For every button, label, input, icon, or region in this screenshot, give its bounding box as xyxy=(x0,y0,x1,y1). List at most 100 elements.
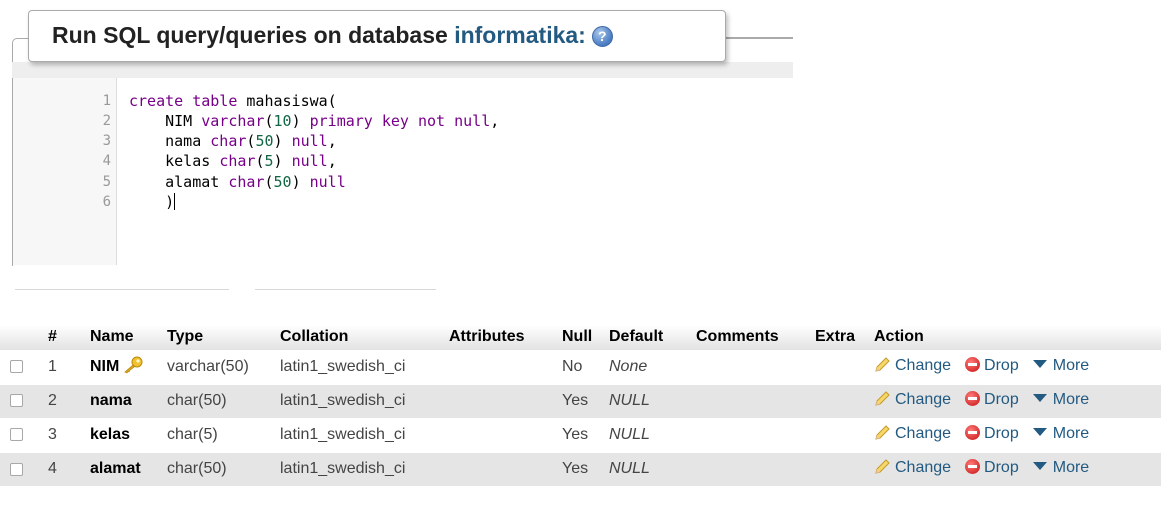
drop-icon xyxy=(965,390,981,406)
help-icon[interactable]: ? xyxy=(591,26,613,47)
pencil-icon xyxy=(874,356,892,378)
change-label: Change xyxy=(895,356,952,374)
header-null[interactable]: Null xyxy=(558,325,605,351)
code-line-5: alamat char(50) null xyxy=(129,173,346,191)
divider-line xyxy=(255,289,436,290)
row-checkbox[interactable] xyxy=(10,428,23,442)
primary-key-icon xyxy=(123,356,143,379)
table-structure: # Name Type Collation Attributes Null De… xyxy=(0,325,1161,486)
pencil-icon xyxy=(874,459,892,480)
drop-label: Drop xyxy=(984,458,1019,476)
column-collation: latin1_swedish_ci xyxy=(276,349,445,384)
column-name: nama xyxy=(90,392,132,409)
column-attributes xyxy=(445,451,558,486)
column-null: No xyxy=(558,349,605,384)
row-number: 3 xyxy=(44,417,86,452)
column-extra xyxy=(811,383,870,418)
row-checkbox[interactable] xyxy=(10,394,23,408)
change-link[interactable]: Change xyxy=(874,459,951,476)
header-type[interactable]: Type xyxy=(163,325,276,351)
header-attributes[interactable]: Attributes xyxy=(445,325,558,351)
code-line-1: create table mahasiswa( xyxy=(129,92,337,110)
code-line-2: NIM varchar(10) primary key not null, xyxy=(129,112,500,130)
column-name: NIM xyxy=(90,357,120,375)
change-label: Change xyxy=(895,390,952,408)
fieldset-top-border xyxy=(726,37,793,38)
column-attributes xyxy=(445,383,558,418)
column-null: Yes xyxy=(558,451,605,486)
fieldset-background xyxy=(12,62,793,78)
change-link[interactable]: Change xyxy=(874,391,951,408)
column-null: Yes xyxy=(558,417,605,452)
drop-link[interactable]: Drop xyxy=(965,356,1019,374)
row-number: 4 xyxy=(44,451,86,486)
column-collation: latin1_swedish_ci xyxy=(276,383,445,418)
dropdown-arrow-icon xyxy=(1032,427,1047,436)
row-checkbox[interactable] xyxy=(10,462,23,476)
more-link[interactable]: More xyxy=(1032,424,1090,442)
database-link[interactable]: informatika: xyxy=(454,22,586,48)
sql-editor[interactable]: 1 2 3 4 5 6 create table mahasiswa( NIM … xyxy=(13,78,793,265)
row-number: 2 xyxy=(44,383,86,418)
column-comments xyxy=(692,383,811,418)
column-name: alamat xyxy=(90,460,141,478)
legend-text: Run SQL query/queries on database xyxy=(52,22,455,48)
code-line-6: ) xyxy=(129,193,176,211)
header-name[interactable]: Name xyxy=(86,325,163,351)
drop-link[interactable]: Drop xyxy=(965,390,1019,408)
column-default: NULL xyxy=(605,417,692,452)
header-number: # xyxy=(44,325,86,351)
drop-label: Drop xyxy=(984,390,1019,408)
line-number: 1 xyxy=(102,93,111,109)
change-label: Change xyxy=(895,458,952,476)
column-default: NULL xyxy=(605,451,692,486)
divider-line xyxy=(15,289,229,290)
pencil-icon xyxy=(874,390,892,412)
change-label: Change xyxy=(895,424,952,442)
change-link[interactable]: Change xyxy=(874,425,951,442)
change-link[interactable]: Change xyxy=(874,357,951,374)
more-label: More xyxy=(1052,356,1090,374)
more-link[interactable]: More xyxy=(1032,391,1089,408)
column-comments xyxy=(692,349,811,384)
drop-link[interactable]: Drop xyxy=(965,424,1019,442)
more-link[interactable]: More xyxy=(1032,356,1090,374)
drop-icon xyxy=(965,356,981,372)
column-null: Yes xyxy=(558,383,605,418)
header-default[interactable]: Default xyxy=(605,325,692,351)
column-comments xyxy=(692,417,811,452)
line-number: 2 xyxy=(102,113,111,129)
code-line-3: nama char(50) null, xyxy=(129,132,337,150)
header-comments[interactable]: Comments xyxy=(692,325,811,351)
table-row: 1 NIM varchar(50) latin1_swedish_ci No N… xyxy=(0,349,1161,384)
header-row: # Name Type Collation Attributes Null De… xyxy=(0,325,1161,351)
more-link[interactable]: More xyxy=(1032,459,1089,476)
row-actions: Change Drop More xyxy=(870,383,1161,418)
row-checkbox[interactable] xyxy=(10,360,23,374)
header-checkbox-col xyxy=(0,325,44,351)
row-actions: Change Drop More xyxy=(870,417,1161,452)
header-action: Action xyxy=(870,325,1161,351)
header-extra[interactable]: Extra xyxy=(811,325,870,351)
row-number: 1 xyxy=(44,349,86,384)
column-attributes xyxy=(445,349,558,384)
column-type: varchar(50) xyxy=(163,349,276,384)
dropdown-arrow-icon xyxy=(1032,359,1047,368)
pencil-icon xyxy=(874,424,892,446)
column-default: None xyxy=(605,349,692,384)
column-type: char(5) xyxy=(163,417,276,452)
gutter-divider xyxy=(116,78,117,265)
column-extra xyxy=(811,417,870,452)
column-type: char(50) xyxy=(163,383,276,418)
code-line-4: kelas char(5) null, xyxy=(129,152,337,170)
column-extra xyxy=(811,349,870,384)
drop-link[interactable]: Drop xyxy=(965,458,1019,476)
drop-icon xyxy=(965,458,981,474)
table-row: 4 alamat char(50) latin1_swedish_ci Yes … xyxy=(0,451,1161,486)
more-label: More xyxy=(1052,424,1090,442)
column-name: kelas xyxy=(90,426,131,443)
line-number: 6 xyxy=(102,194,111,210)
header-collation[interactable]: Collation xyxy=(276,325,445,351)
text-cursor xyxy=(174,193,176,210)
column-attributes xyxy=(445,417,558,452)
